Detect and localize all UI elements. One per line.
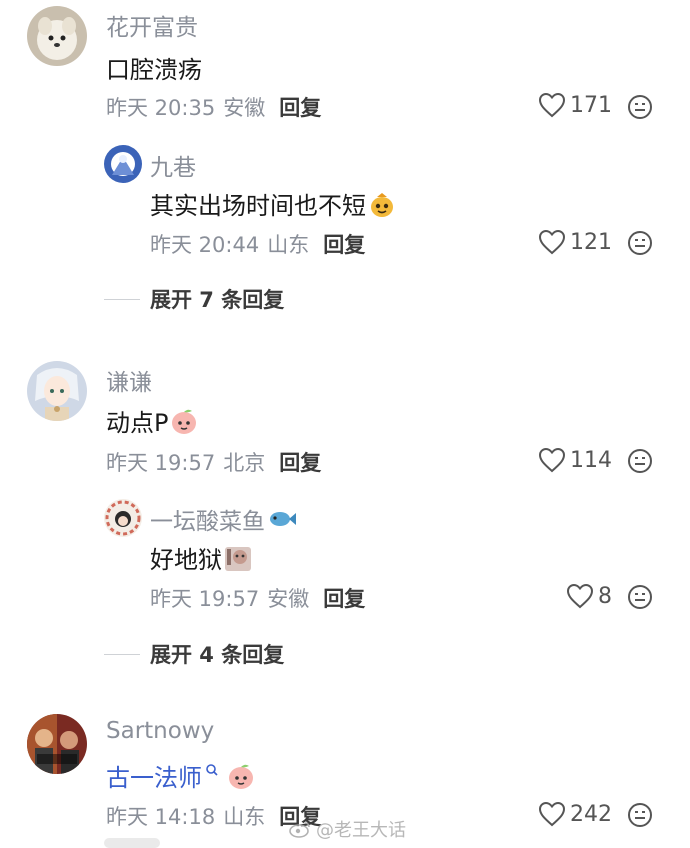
comment-text-body: 动点P xyxy=(106,409,169,437)
reply-button[interactable]: 回复 xyxy=(279,447,321,477)
timestamp: 昨天 14:18 xyxy=(106,805,216,829)
peach-face-emoji-icon xyxy=(172,409,197,434)
meh-face-icon[interactable] xyxy=(627,584,653,610)
username[interactable]: 九巷 xyxy=(150,148,196,182)
meh-face-icon[interactable] xyxy=(627,230,653,256)
like-count: 8 xyxy=(598,583,612,609)
avatar[interactable] xyxy=(27,6,87,66)
timestamp: 昨天 19:57 xyxy=(150,587,260,611)
like-count: 242 xyxy=(570,801,612,827)
like-button[interactable]: 171 xyxy=(538,92,612,118)
heart-outline-icon xyxy=(538,801,566,827)
ip-location: 安徽 xyxy=(223,96,266,120)
divider xyxy=(104,653,140,655)
comment-meta: 昨天 20:35 安徽 回复 xyxy=(106,92,321,122)
divider xyxy=(104,298,140,300)
reply-button[interactable]: 回复 xyxy=(323,583,365,613)
heart-outline-icon xyxy=(538,447,566,473)
reply-button[interactable]: 回复 xyxy=(323,229,365,259)
fish-emoji-icon xyxy=(270,512,296,526)
meh-face-icon[interactable] xyxy=(627,448,653,474)
timestamp: 昨天 20:35 xyxy=(106,96,216,120)
meh-face-icon[interactable] xyxy=(627,802,653,828)
peach-face-emoji-icon xyxy=(229,764,253,789)
reply-meta: 昨天 20:44 山东 回复 xyxy=(150,229,365,259)
reply-meta: 昨天 19:57 安徽 回复 xyxy=(150,583,365,613)
heart-outline-icon xyxy=(566,583,594,609)
reply-text: 好地狱 xyxy=(150,540,252,575)
ip-location: 安徽 xyxy=(267,587,310,611)
reply-text: 其实出场时间也不短 xyxy=(150,186,396,221)
like-count: 114 xyxy=(570,447,612,473)
username[interactable]: Sartnowy xyxy=(106,718,214,744)
like-button[interactable]: 114 xyxy=(538,447,612,473)
comment-text-body[interactable]: 古一法师 xyxy=(106,758,202,793)
weibo-logo-icon xyxy=(289,822,310,838)
like-button[interactable]: 8 xyxy=(566,583,612,609)
heart-outline-icon xyxy=(538,92,566,118)
comment-text: 古一法师 xyxy=(106,758,255,793)
meh-face-icon[interactable] xyxy=(627,94,653,120)
timestamp: 昨天 19:57 xyxy=(106,451,216,475)
expand-replies-label: 展开 7 条回复 xyxy=(150,288,285,312)
watermark-text: @老王大话 xyxy=(316,820,406,841)
comment-text: 动点P xyxy=(106,403,198,438)
avatar[interactable] xyxy=(104,499,142,537)
comment-meta: 昨天 19:57 北京 回复 xyxy=(106,447,321,477)
meme-sticker-icon xyxy=(225,546,251,571)
expand-replies-button[interactable]: 展开 4 条回复 xyxy=(104,639,284,669)
expand-replies-label: 展开 4 条回复 xyxy=(150,643,285,667)
money-bag-emoji-icon xyxy=(371,192,393,217)
avatar[interactable] xyxy=(27,361,87,421)
avatar[interactable] xyxy=(104,145,142,183)
search-icon[interactable] xyxy=(205,763,219,777)
timestamp: 昨天 20:44 xyxy=(150,233,260,257)
expand-replies-button[interactable]: 展开 7 条回复 xyxy=(104,284,284,314)
watermark: @老王大话 xyxy=(288,816,406,842)
username[interactable]: 一坛酸菜鱼 xyxy=(150,502,297,536)
comment-text-body: 口腔溃疡 xyxy=(106,56,202,84)
comment-text: 口腔溃疡 xyxy=(106,50,202,85)
like-button[interactable]: 121 xyxy=(538,229,612,255)
partial-expand-chip xyxy=(104,838,160,848)
ip-location: 北京 xyxy=(223,451,266,475)
heart-outline-icon xyxy=(538,229,566,255)
reply-text-body: 好地狱 xyxy=(150,546,222,574)
username[interactable]: 花开富贵 xyxy=(106,8,198,42)
like-count: 171 xyxy=(570,92,612,118)
reply-text-body: 其实出场时间也不短 xyxy=(150,192,366,220)
like-count: 121 xyxy=(570,229,612,255)
avatar[interactable] xyxy=(27,714,87,774)
reply-button[interactable]: 回复 xyxy=(279,92,321,122)
like-button[interactable]: 242 xyxy=(538,801,612,827)
username[interactable]: 谦谦 xyxy=(106,363,152,397)
username-text: 一坛酸菜鱼 xyxy=(150,509,265,535)
ip-location: 山东 xyxy=(267,233,310,257)
ip-location: 山东 xyxy=(223,805,266,829)
